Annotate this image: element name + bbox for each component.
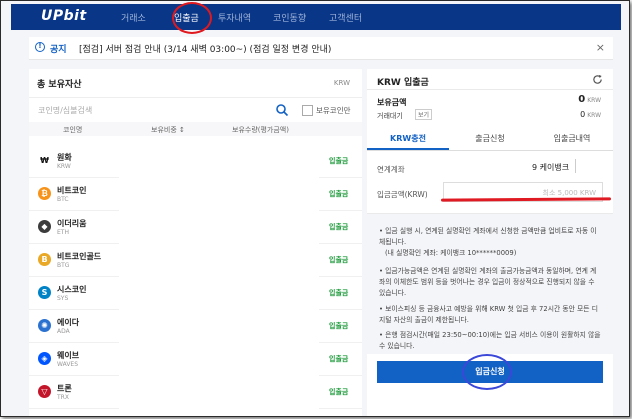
balance-value: 0 KRW: [578, 94, 601, 105]
red-annotation-circle: [172, 2, 212, 34]
note-item: • 입금가능금액은 연계된 실명확인 계좌의 출금가능금액과 동일하며, 연계 …: [379, 267, 597, 297]
deposit-withdraw-button[interactable]: 입출금: [329, 255, 348, 265]
deposit-withdraw-button[interactable]: 입출금: [329, 354, 348, 364]
ada-icon: ✺: [38, 319, 51, 332]
divider: [575, 159, 576, 173]
active-tab-indicator: [367, 148, 449, 150]
deposit-withdraw-button[interactable]: 입출금: [329, 189, 348, 199]
pending-value: 0 KRW: [580, 110, 601, 119]
ethereum-icon: ◆: [38, 220, 51, 233]
close-icon[interactable]: ×: [596, 41, 605, 54]
pending-amount: 0: [580, 110, 586, 119]
coin-name: 트론: [57, 384, 72, 393]
asset-search-bar: 코인명/심볼검색 보유코인만: [29, 97, 362, 123]
coin-name: 원화: [57, 153, 72, 162]
linked-account-label: 연계계좌: [377, 165, 405, 174]
divider: [367, 89, 613, 90]
balance-label: 보유금액: [377, 98, 407, 107]
search-icon[interactable]: [275, 103, 289, 117]
deposit-withdraw-button[interactable]: 입출금: [329, 156, 348, 166]
deposit-withdraw-button[interactable]: 입출금: [329, 387, 348, 397]
nav-exchange[interactable]: 거래소: [121, 11, 146, 24]
search-input[interactable]: 코인명/심볼검색: [38, 105, 92, 116]
nav-customer-center[interactable]: 고객센터: [329, 11, 362, 24]
notice-bar: ! 공지 [점검] 서버 점검 안내 (3/14 새벽 03:00~) (점검 …: [29, 37, 613, 60]
note-item: (내 실명확인 계좌: 케이뱅크 10******0009): [385, 249, 517, 257]
nav-investments[interactable]: 투자내역: [218, 11, 251, 24]
app-window: UPbit 거래소 입출금 투자내역 코인동향 고객센터 ! 공지 [점검] 서…: [0, 0, 630, 417]
asset-table-header: 코인명 보유비중 ↕ 보유수량(평가금액): [29, 122, 362, 136]
tab-krw-deposit[interactable]: KRW충전: [367, 133, 449, 144]
view-pending-button[interactable]: 보기: [415, 109, 433, 120]
note-item: • 입금 실행 시, 연계된 실명확인 계좌에서 신청한 금액만큼 업비트로 자…: [379, 227, 597, 246]
col-holding-amount[interactable]: 보유수량(평가금액): [232, 125, 289, 135]
bitcoin-gold-icon: B: [38, 253, 51, 266]
total-assets-title: 총 보유자산: [37, 80, 82, 90]
coin-code: SYS: [57, 295, 69, 302]
coin-code: KRW: [57, 163, 71, 170]
waves-icon: ◈: [38, 352, 51, 365]
deposit-amount-label: 입금금액(KRW): [377, 190, 428, 199]
hold-only-label: 보유코인만: [316, 106, 351, 115]
notice-text[interactable]: [점검] 서버 점검 안내 (3/14 새벽 03:00~) (점검 일정 변경…: [79, 42, 331, 55]
won-icon: ₩: [38, 154, 51, 167]
coin-name: 에이다: [57, 318, 80, 327]
bitcoin-icon: ₿: [38, 187, 51, 200]
deposit-withdraw-button[interactable]: 입출금: [329, 321, 348, 331]
note-item: • 은행 점검시간(매일 23:50~00:10)에는 입금 서비스 이용이 원…: [379, 331, 601, 350]
krw-tabs: KRW충전 출금신청 입출금내역: [367, 126, 613, 151]
coin-name: 비트코인: [57, 186, 87, 195]
hold-only-checkbox[interactable]: [302, 105, 313, 116]
tab-history[interactable]: 입출금내역: [531, 133, 613, 144]
coin-code: TRX: [57, 394, 69, 401]
col-coin-name[interactable]: 코인명: [63, 125, 82, 135]
coin-code: WAVES: [57, 361, 79, 368]
col-holding-ratio[interactable]: 보유비중 ↕: [151, 125, 185, 135]
deposit-notes: • 입금 실행 시, 연계된 실명확인 계좌에서 신청한 금액만큼 업비트로 자…: [367, 213, 613, 354]
pending-unit: KRW: [587, 112, 601, 119]
balance-unit: KRW: [587, 97, 601, 104]
coin-code: ETH: [57, 229, 69, 236]
linked-account-value: 9 케이뱅크: [532, 163, 570, 172]
total-assets-unit: KRW: [333, 79, 350, 87]
coin-code: ADA: [57, 328, 70, 335]
refresh-icon[interactable]: [592, 74, 603, 85]
coin-code: BTG: [57, 262, 70, 269]
coin-name: 웨이브: [57, 351, 80, 360]
note-item: • 보이스피싱 등 금융사고 예방을 위해 KRW 첫 입금 후 72시간 동안…: [379, 305, 598, 324]
coin-name: 이더리움: [57, 219, 87, 228]
nav-coin-trends[interactable]: 코인동향: [273, 11, 306, 24]
balance-amount: 0: [578, 94, 586, 105]
syscoin-icon: S: [38, 286, 51, 299]
top-nav: UPbit 거래소 입출금 투자내역 코인동향 고객센터: [11, 2, 621, 34]
notice-label: 공지: [50, 45, 67, 55]
deposit-withdraw-button[interactable]: 입출금: [329, 288, 348, 298]
deposit-withdraw-button[interactable]: 입출금: [329, 222, 348, 232]
blue-annotation-circle: [462, 354, 512, 390]
redacted-area: [119, 145, 319, 416]
coin-name: 비트코인골드: [57, 252, 102, 261]
tron-icon: ▽: [38, 385, 51, 398]
asset-panel: 총 보유자산 KRW 코인명/심볼검색 보유코인만 코인명 보유비중 ↕ 보유수…: [29, 69, 362, 416]
upbit-logo[interactable]: UPbit: [41, 8, 87, 24]
pending-label: 거래대기: [377, 112, 403, 120]
coin-name: 시스코인: [57, 285, 87, 294]
krw-panel-title: KRW 입출금: [377, 78, 429, 88]
tab-withdraw-request[interactable]: 출금신청: [449, 133, 531, 144]
coin-code: BTC: [57, 196, 69, 203]
krw-panel: KRW 입출금 보유금액 0 KRW 거래대기 보기 0 KRW KRW충전 출금신…: [367, 69, 613, 416]
info-icon: !: [35, 42, 45, 52]
